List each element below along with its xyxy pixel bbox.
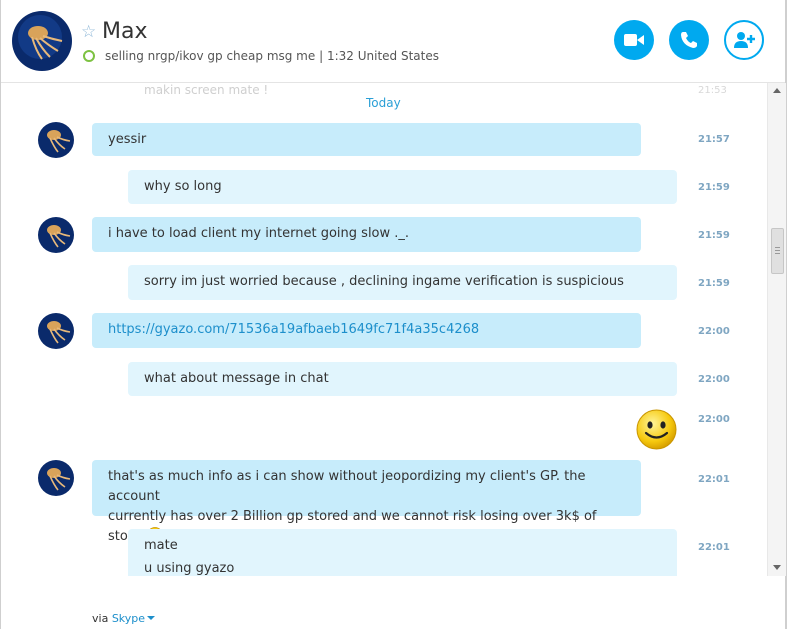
grip-line	[775, 253, 780, 254]
message-bubble[interactable]: mate u using gyazo	[128, 529, 677, 576]
add-person-icon	[734, 32, 755, 48]
mood-message: selling nrgp/ikov gp cheap msg me	[105, 49, 316, 63]
message-bubble[interactable]: what about message in chat	[128, 362, 677, 396]
contact-local-time: 1:32 United States	[326, 49, 439, 63]
message-bubble[interactable]: i have to load client my internet going …	[92, 217, 641, 252]
message-text-line: u using gyazo	[144, 561, 235, 576]
video-camera-icon	[624, 34, 644, 46]
sender-avatar[interactable]	[38, 460, 74, 496]
smile-emoticon-icon	[636, 409, 677, 450]
scroll-down-arrow-icon[interactable]	[773, 565, 781, 570]
video-call-button[interactable]	[614, 20, 654, 60]
sender-avatar[interactable]	[38, 313, 74, 349]
message-time: 21:57	[698, 134, 730, 145]
add-people-button[interactable]	[724, 20, 764, 60]
day-separator: Today	[366, 96, 401, 110]
message-bubble[interactable]: https://gyazo.com/71536a19afbaeb1649fc71…	[92, 313, 641, 348]
contact-name: Max	[102, 19, 148, 44]
message-text: what about message in chat	[144, 371, 329, 386]
message-text: yessir	[108, 132, 147, 147]
voice-call-button[interactable]	[669, 20, 709, 60]
message-bubble[interactable]: yessir	[92, 123, 641, 156]
conversation-header: ☆ Max selling nrgp/ikov gp cheap msg me …	[1, 0, 785, 83]
message-text: why so long	[144, 179, 222, 194]
chat-history[interactable]: makin screen mate ! 21:53 Today yessir 2…	[1, 83, 767, 576]
message-text-line: that's as much info as i can show withou…	[108, 469, 586, 504]
previous-message: makin screen mate !	[144, 83, 269, 97]
favorite-star-icon[interactable]: ☆	[81, 22, 96, 42]
contact-avatar[interactable]	[12, 11, 72, 71]
message-text: sorry im just worried because , declinin…	[144, 274, 624, 289]
message-time: 22:00	[698, 326, 730, 337]
contact-mood: selling nrgp/ikov gp cheap msg me | 1:32…	[105, 48, 439, 64]
send-via-service: Skype	[111, 612, 146, 625]
via-label: via	[92, 612, 109, 625]
message-bubble[interactable]: that's as much info as i can show withou…	[92, 460, 641, 544]
sender-avatar[interactable]	[38, 217, 74, 253]
scroll-up-arrow-icon[interactable]	[773, 88, 781, 93]
chevron-down-icon	[147, 616, 156, 620]
chat-scrollbar[interactable]	[767, 83, 786, 576]
message-time: 21:59	[698, 278, 730, 289]
phone-icon	[681, 32, 697, 48]
message-time: 22:01	[698, 542, 730, 553]
previous-message-time: 21:53	[698, 85, 727, 96]
grip-line	[775, 250, 780, 251]
scrollbar-thumb[interactable]	[771, 228, 784, 274]
send-via-skype-dropdown[interactable]: Skype	[111, 612, 156, 625]
online-status-icon	[83, 50, 95, 62]
grip-line	[775, 247, 780, 248]
message-time: 21:59	[698, 182, 730, 193]
message-bubble[interactable]: sorry im just worried because , declinin…	[128, 265, 677, 300]
message-time: 21:59	[698, 230, 730, 241]
message-time: 22:00	[698, 374, 730, 385]
sender-avatar[interactable]	[38, 122, 74, 158]
message-time: 22:01	[698, 474, 730, 485]
message-time: 22:00	[698, 414, 730, 425]
message-bubble[interactable]: why so long	[128, 170, 677, 204]
message-text: i have to load client my internet going …	[108, 226, 410, 241]
message-link[interactable]: https://gyazo.com/71536a19afbaeb1649fc71…	[108, 322, 479, 337]
message-text-line: mate	[144, 538, 178, 553]
mood-separator: |	[319, 49, 324, 63]
send-via-selector: via Skype	[92, 612, 156, 625]
